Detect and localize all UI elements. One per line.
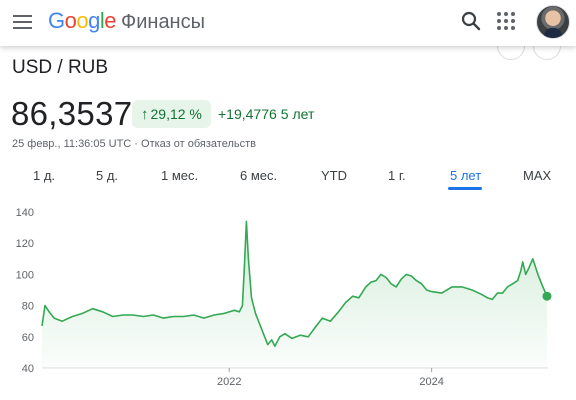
logo-letter: o <box>76 8 89 33</box>
change-percent-badge: ↑ 29,12 % <box>132 100 211 128</box>
product-name: Финансы <box>121 11 205 33</box>
y-tick-label: 100 <box>16 269 34 281</box>
search-icon[interactable] <box>460 10 482 32</box>
tab-6m[interactable]: 6 мес. <box>240 168 277 183</box>
logo-letter: o <box>64 8 77 33</box>
change-period: 5 лет <box>280 106 315 122</box>
timestamp-disclaimer: 25 февр., 11:36:05 UTC · Отказ от обязат… <box>12 138 256 150</box>
arrow-up-icon: ↑ <box>141 106 149 123</box>
tab-1d[interactable]: 1 д. <box>33 168 55 183</box>
logo-letter: g <box>88 8 100 33</box>
logo-letter: G <box>48 8 65 33</box>
change-value: +19,4776 <box>218 106 277 122</box>
y-tick-label: 60 <box>22 332 34 344</box>
y-tick-label: 80 <box>22 301 34 313</box>
y-tick-label: 140 <box>16 207 34 219</box>
x-tick-label: 2022 <box>217 376 241 388</box>
price-chart[interactable]: 40 60 80 100 120 140 2022 2024 <box>0 195 576 400</box>
apps-icon[interactable] <box>497 12 515 30</box>
current-price: 86,3537 <box>11 95 133 132</box>
currency-pair-title: USD / RUB <box>12 57 109 78</box>
range-tabs: 1 д. 5 д. 1 мес. 6 мес. YTD 1 г. 5 лет M… <box>0 162 576 192</box>
change-absolute: +19,4776 5 лет <box>218 106 314 122</box>
tab-5d[interactable]: 5 д. <box>96 168 118 183</box>
change-percent: 29,12 % <box>150 106 202 122</box>
tab-ytd[interactable]: YTD <box>321 168 347 183</box>
top-app-bar: Google Финансы <box>0 0 576 46</box>
active-tab-indicator <box>448 187 482 190</box>
google-finance-logo[interactable]: Google Финансы <box>48 8 205 34</box>
x-tick-label: 2024 <box>419 376 443 388</box>
tab-max[interactable]: MAX <box>523 168 551 183</box>
last-point-marker <box>542 291 552 301</box>
y-tick-label: 40 <box>22 363 34 375</box>
series-area-fill <box>42 221 547 368</box>
avatar[interactable] <box>536 5 570 39</box>
tab-1m[interactable]: 1 мес. <box>161 168 198 183</box>
tab-1y[interactable]: 1 г. <box>388 168 406 183</box>
logo-letter: e <box>104 8 117 33</box>
tab-5y[interactable]: 5 лет <box>450 168 481 183</box>
menu-icon[interactable] <box>13 13 33 31</box>
y-tick-label: 120 <box>16 238 34 250</box>
